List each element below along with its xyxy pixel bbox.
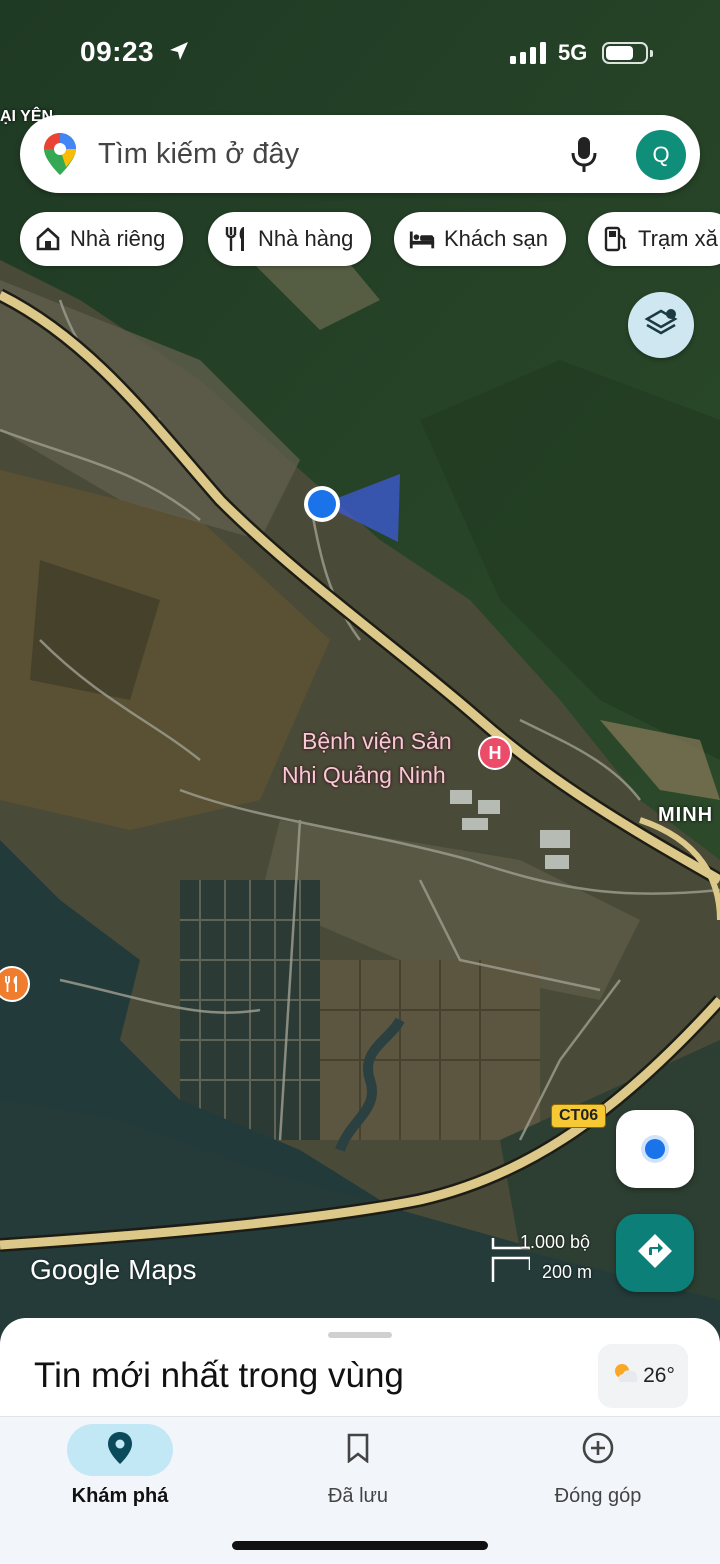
search-input[interactable] [98,129,558,179]
hotel-icon [408,225,436,253]
nav-contribute[interactable]: Đóng góp [478,1417,718,1527]
gas-station-icon [602,225,630,253]
status-bar: 09:23 5G [0,30,720,80]
directions-button[interactable] [616,1214,694,1292]
hospital-pin-icon[interactable]: H [478,736,512,770]
battery-icon [602,42,653,64]
nav-saved-pill [305,1424,411,1476]
sheet-title: Tin mới nhất trong vùng [34,1356,404,1395]
account-avatar[interactable]: Q [636,130,686,180]
area-label: MINH [658,804,714,826]
layers-icon [644,306,678,345]
google-maps-pin-icon [44,133,76,180]
explore-pin-icon [107,1431,133,1469]
my-location-icon [645,1139,665,1159]
signal-icon [510,42,548,69]
chip-hotel[interactable]: Khách sạn [394,212,566,266]
add-circle-icon [581,1431,615,1470]
chip-gas-station[interactable]: Trạm xă [588,212,720,266]
bottom-sheet[interactable]: Tin mới nhất trong vùng 26° [0,1318,720,1428]
network-type: 5G [558,40,588,65]
chip-restaurant[interactable]: Nhà hàng [208,212,372,266]
chip-label: Nhà hàng [258,226,354,251]
category-chips: Nhà riêng Nhà hàng Khách sạn Trạm xă [20,212,720,266]
hospital-label-line2[interactable]: Nhi Quảng Ninh [282,762,446,789]
chip-home[interactable]: Nhà riêng [20,212,184,266]
search-bar[interactable]: Q [20,115,700,193]
weather-temp: 26° [643,1364,675,1387]
nav-label: Khám phá [71,1485,169,1507]
home-icon [34,225,62,253]
chip-label: Trạm xă [638,226,718,251]
hospital-label-line1[interactable]: Bệnh viện Sản [302,728,452,755]
chip-label: Nhà riêng [70,226,166,251]
nav-contribute-pill [545,1424,651,1476]
scale-imperial: 1.000 bộ [520,1232,591,1252]
bookmark-icon [346,1433,370,1468]
battery-level [606,46,633,60]
nav-label: Đã lưu [327,1485,389,1507]
restaurant-icon [222,225,250,253]
location-arrow-icon [168,40,190,67]
status-time: 09:23 [80,36,155,67]
layers-button[interactable] [628,292,694,358]
road-shield: CT06 [551,1104,607,1128]
microphone-icon[interactable] [568,133,600,175]
battery-nub [650,50,653,57]
sheet-drag-handle[interactable] [328,1332,392,1338]
scale-metric: 200 m [542,1262,593,1282]
chip-label: Khách sạn [444,226,548,251]
weather-badge[interactable]: 26° [598,1344,688,1408]
nav-explore-pill [67,1424,173,1476]
home-indicator[interactable] [232,1541,488,1550]
nav-saved[interactable]: Đã lưu [238,1417,478,1527]
partly-cloudy-icon [611,1361,639,1391]
google-maps-logo: Google Maps [30,1254,197,1285]
nav-explore[interactable]: Khám phá [0,1417,240,1527]
my-location-button[interactable] [616,1110,694,1188]
directions-icon [635,1231,675,1276]
nav-label: Đóng góp [554,1485,642,1507]
